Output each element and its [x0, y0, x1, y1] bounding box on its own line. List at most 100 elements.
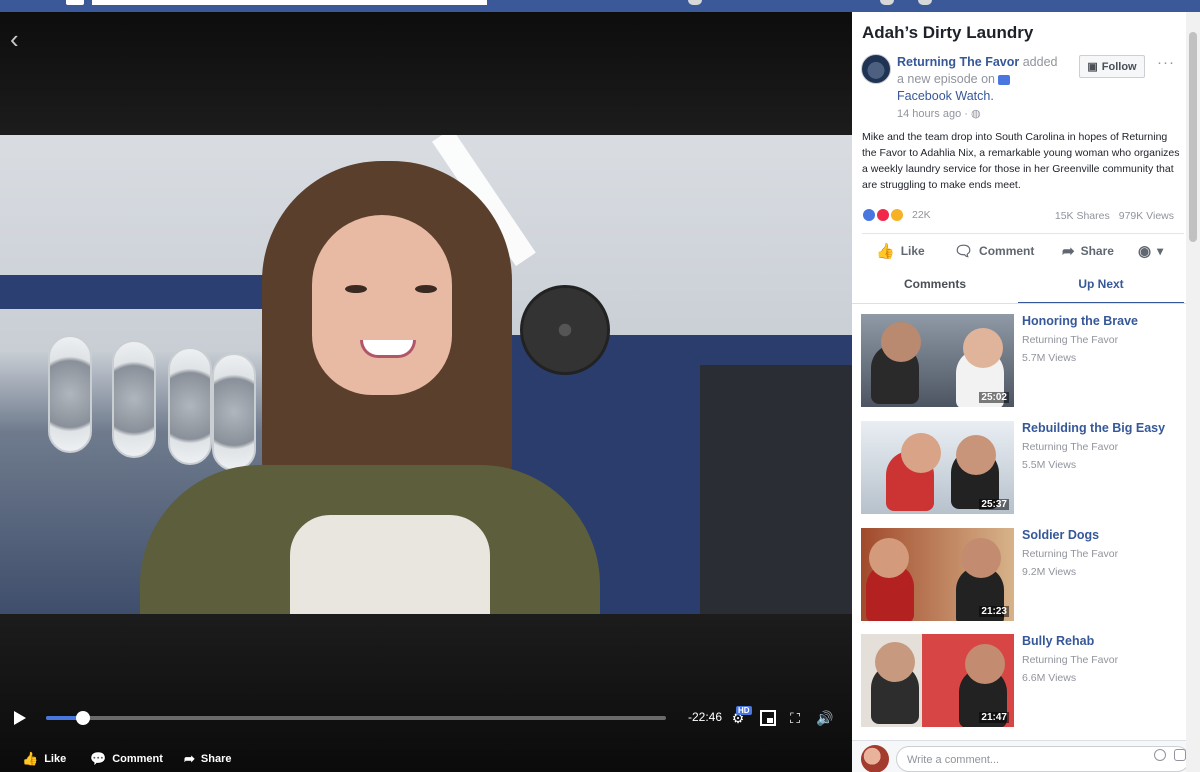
video-duration: 25:02 [979, 392, 1009, 403]
video-title-link[interactable]: Bully Rehab [1022, 634, 1094, 648]
wow-reaction-icon [890, 208, 904, 222]
tab-up-next[interactable]: Up Next [1018, 274, 1184, 304]
facebook-logo-icon[interactable] [66, 0, 84, 5]
facebook-top-bar [0, 0, 1200, 12]
facebook-watch-link[interactable]: Facebook Watch. [897, 89, 994, 103]
fullscreen-icon[interactable]: ⛶ [787, 710, 803, 726]
share-button[interactable]: ➦ Share [184, 751, 231, 767]
comment-label: Comment [112, 753, 163, 765]
video-title-link[interactable]: Rebuilding the Big Easy [1022, 421, 1165, 435]
post-stats: 15K Shares 979K Views [1055, 210, 1174, 222]
video-views: 5.5M Views [1022, 459, 1077, 471]
search-input[interactable] [92, 0, 487, 5]
person-face [312, 215, 452, 395]
video-channel: Returning The Favor [1022, 548, 1119, 560]
panel-comment-label: Comment [979, 244, 1035, 258]
panel-share-button[interactable]: ➦ Share [1062, 242, 1114, 260]
up-next-item[interactable]: 21:23 Soldier Dogs Returning The Favor 9… [861, 528, 1181, 623]
shares-count[interactable]: 15K Shares [1055, 210, 1110, 222]
follow-label: Follow [1101, 60, 1137, 73]
progress-knob[interactable] [76, 711, 91, 725]
volume-icon[interactable]: 🔊 [816, 710, 833, 726]
person-sweater [290, 515, 490, 614]
views-count: 979K Views [1118, 210, 1174, 222]
follow-button[interactable]: ▣ Follow [1079, 55, 1145, 78]
back-chevron-icon[interactable]: ‹ [10, 24, 19, 55]
reactions-summary[interactable]: 22K [862, 208, 931, 222]
page-avatar[interactable] [861, 54, 891, 84]
washer-machine [48, 335, 92, 453]
panel-share-label: Share [1080, 244, 1114, 258]
video-title: Adah’s Dirty Laundry [862, 23, 1034, 42]
scrollbar-thumb[interactable] [1189, 32, 1197, 242]
added-text-2: a new episode on [897, 72, 995, 86]
video-action-bar: 👍 Like 💬 Comment ➦ Share [0, 746, 852, 772]
video-views: 5.7M Views [1022, 352, 1077, 364]
reaction-selector-button[interactable]: ◉ ▾ [1138, 242, 1163, 260]
video-info-panel: Adah’s Dirty Laundry Returning The Favor… [852, 12, 1200, 772]
tab-divider [852, 303, 1200, 304]
hd-badge: HD [736, 706, 752, 715]
post-attribution: Returning The Favor added a new episode … [897, 54, 1082, 105]
messages-icon[interactable] [918, 0, 932, 5]
wall-fan [520, 285, 610, 375]
thumbs-up-icon: 👍 [22, 751, 39, 766]
panel-like-button[interactable]: 👍 Like [876, 242, 925, 260]
picture-in-picture-icon[interactable] [760, 710, 776, 726]
profile-avatar[interactable] [688, 0, 702, 5]
post-timestamp[interactable]: 14 hours ago · ◍ [897, 107, 981, 120]
video-views: 6.6M Views [1022, 672, 1077, 684]
video-views: 9.2M Views [1022, 566, 1077, 578]
video-title-link[interactable]: Soldier Dogs [1022, 528, 1099, 542]
wall-stripe [0, 275, 300, 309]
up-next-item[interactable]: 25:37 Rebuilding the Big Easy Returning … [861, 421, 1181, 516]
like-button[interactable]: 👍 Like [22, 751, 66, 767]
reaction-count: 22K [912, 209, 931, 221]
page-name-link[interactable]: Returning The Favor [897, 55, 1019, 69]
divider [862, 233, 1184, 234]
emoji-icon[interactable] [1154, 749, 1166, 761]
comment-button[interactable]: 💬 Comment [90, 751, 163, 767]
panel-like-label: Like [900, 244, 925, 258]
chevron-down-icon: ▾ [1157, 244, 1164, 258]
comment-composer: Write a comment... [852, 740, 1200, 772]
panel-scrollbar[interactable] [1186, 12, 1200, 772]
time-remaining: -22:46 [688, 710, 723, 724]
profile-reaction-icon: ◉ [1138, 243, 1152, 260]
share-label: Share [200, 753, 232, 765]
video-channel: Returning The Favor [1022, 654, 1119, 666]
video-title-link[interactable]: Honoring the Brave [1022, 314, 1138, 328]
person-eye [345, 285, 367, 293]
sticker-icon[interactable] [1174, 749, 1186, 761]
video-thumbnail[interactable]: 21:47 [861, 634, 1014, 727]
up-next-item[interactable]: 25:02 Honoring the Brave Returning The F… [861, 314, 1181, 409]
video-duration: 21:23 [979, 606, 1009, 617]
video-thumbnail[interactable]: 25:02 [861, 314, 1014, 407]
washer-machine [212, 353, 256, 471]
video-channel: Returning The Favor [1022, 441, 1119, 453]
video-duration: 25:37 [979, 499, 1009, 510]
thumbs-up-icon: 👍 [876, 243, 895, 260]
play-icon[interactable] [14, 711, 26, 725]
watch-icon [998, 74, 1010, 85]
video-duration: 21:47 [979, 712, 1009, 723]
person-eye [415, 285, 437, 293]
panel-comment-button[interactable]: 🗨 Comment [954, 242, 1034, 260]
comment-input[interactable]: Write a comment... [896, 746, 1190, 772]
tab-comments[interactable]: Comments [852, 274, 1018, 304]
more-options-button[interactable]: ··· [1157, 54, 1175, 71]
dryer-machine [700, 365, 852, 614]
follow-icon: ▣ [1087, 61, 1098, 73]
notification-icon[interactable] [880, 0, 894, 5]
video-description: Mike and the team drop into South Caroli… [862, 131, 1180, 191]
video-thumbnail[interactable]: 25:37 [861, 421, 1014, 514]
video-frame[interactable] [0, 135, 852, 614]
video-player[interactable]: ‹ [0, 12, 852, 772]
video-channel: Returning The Favor [1022, 334, 1119, 346]
user-avatar [861, 745, 889, 772]
share-icon: ➦ [1062, 243, 1075, 260]
video-thumbnail[interactable]: 21:23 [861, 528, 1014, 621]
love-reaction-icon [876, 208, 890, 222]
progress-bar[interactable] [46, 711, 666, 725]
up-next-item[interactable]: 21:47 Bully Rehab Returning The Favor 6.… [861, 634, 1181, 729]
